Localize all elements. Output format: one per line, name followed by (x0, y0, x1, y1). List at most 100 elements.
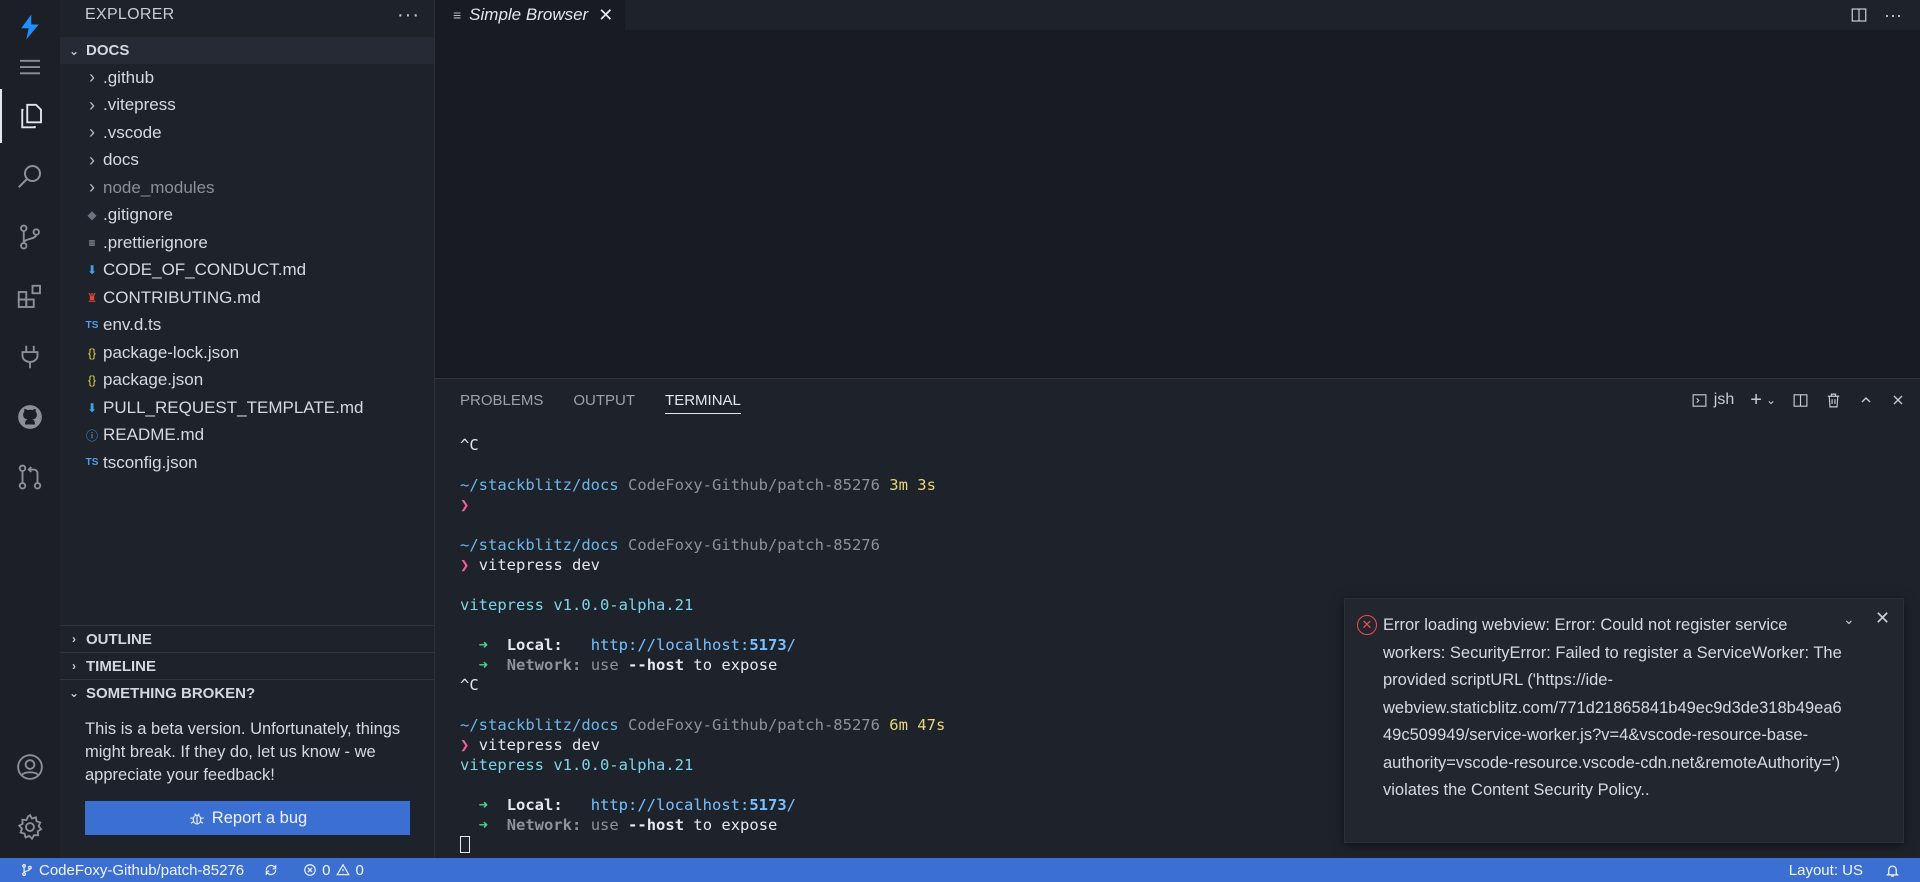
error-count: 0 (322, 861, 331, 879)
tab-simple-browser[interactable]: ≡ Simple Browser ✕ (435, 0, 626, 30)
terminal-line: ^C (460, 436, 479, 454)
extensions-icon[interactable] (0, 270, 60, 324)
terminal-icon (1692, 393, 1707, 407)
branch-status[interactable]: CodeFoxy-Github/patch-85276 (20, 862, 244, 879)
terminal-network-rest: to expose (693, 656, 778, 674)
file-type-icon: ◆ (87, 208, 97, 223)
file-item[interactable]: {} package-lock.json (60, 339, 434, 367)
chevron-right-icon: › (89, 177, 95, 198)
file-type-icon: ⓘ (85, 428, 98, 443)
error-message: Error loading webview: Error: Could not … (1383, 616, 1842, 799)
terminal-local-url[interactable]: http://localhost:5173/ (591, 796, 796, 814)
terminal-shell-selector[interactable]: jsh (1691, 391, 1734, 409)
tree-item-label: CODE_OF_CONDUCT.md (103, 260, 307, 280)
account-icon[interactable] (0, 740, 60, 794)
terminal-command: vitepress dev (478, 736, 601, 754)
new-terminal-icon[interactable]: + (1750, 389, 1762, 412)
terminal-version: vitepress v1.0.0-alpha.21 (460, 756, 694, 774)
explorer-icon[interactable] (0, 89, 60, 143)
chevron-right-icon: › (89, 149, 95, 170)
file-type-icon: TS (85, 457, 99, 469)
file-item[interactable]: ◆ .gitignore (60, 202, 434, 230)
split-editor-icon[interactable] (1850, 6, 1868, 24)
tab-output[interactable]: OUTPUT (573, 392, 635, 409)
pull-request-icon[interactable] (0, 450, 60, 504)
terminal-output[interactable]: ^C ~/stackblitz/docs CodeFoxy-Github/pat… (460, 435, 945, 855)
terminal-branch: CodeFoxy-Github/patch-85276 (627, 536, 880, 554)
bell-icon[interactable] (1885, 863, 1900, 878)
status-bar-right: Layout: US (1789, 858, 1900, 882)
tree-item-label: env.d.ts (103, 315, 162, 335)
chevron-down-icon[interactable]: ⌄ (1843, 611, 1855, 628)
tree-item-label: .github (103, 67, 155, 87)
error-count-icon (304, 864, 316, 876)
file-item[interactable]: ≡ .prettierignore (60, 229, 434, 257)
outline-section-header[interactable]: › OUTLINE (60, 625, 434, 652)
close-tab-icon[interactable]: ✕ (598, 5, 613, 26)
file-type-icon: ♜ (86, 290, 98, 305)
terminal-local-url[interactable]: http://localhost:5173/ (591, 636, 796, 654)
file-item[interactable]: ⬇ CODE_OF_CONDUCT.md (60, 257, 434, 285)
sync-status[interactable] (264, 863, 283, 877)
tab-problems[interactable]: PROBLEMS (460, 392, 543, 409)
error-notification: ✕ Error loading webview: Error: Could no… (1344, 598, 1904, 843)
trash-icon[interactable] (1825, 392, 1842, 409)
folder-docs-header[interactable]: ⌄ DOCS (60, 37, 434, 64)
terminal-arrow: ➜ (478, 656, 489, 674)
file-item[interactable]: TS tsconfig.json (60, 449, 434, 477)
github-icon[interactable] (0, 390, 60, 444)
chevron-right-icon: › (72, 632, 76, 646)
terminal-network-flag: --host (628, 656, 685, 674)
tree-item-label: package-lock.json (103, 342, 240, 362)
file-item[interactable]: ♜ CONTRIBUTING.md (60, 284, 434, 312)
folder-item[interactable]: › .vitepress (60, 92, 434, 120)
tree-item-label: README.md (103, 425, 205, 445)
folder-item[interactable]: › .vscode (60, 119, 434, 147)
more-actions-icon[interactable]: ··· (397, 4, 420, 27)
editor-area: ≡ Simple Browser ✕ ··· (435, 0, 1920, 378)
terminal-line: ^C (460, 676, 479, 694)
chevron-down-icon[interactable]: ⌄ (1766, 393, 1776, 407)
close-notification-icon[interactable]: ✕ (1875, 608, 1890, 629)
chevron-right-icon: › (89, 94, 95, 115)
editor-tab-bar: ≡ Simple Browser ✕ ··· (435, 0, 1920, 30)
settings-gear-icon[interactable] (0, 800, 60, 854)
terminal-version: vitepress v1.0.0-alpha.21 (460, 596, 694, 614)
git-branch-icon (22, 864, 32, 876)
timeline-section-header[interactable]: › TIMELINE (60, 652, 434, 679)
terminal-arrow: ➜ (478, 816, 489, 834)
tree-item-label: CONTRIBUTING.md (103, 287, 261, 307)
folder-item[interactable]: › docs (60, 147, 434, 175)
problems-status[interactable]: 0 0 (303, 862, 364, 879)
editor-actions: ··· (1850, 0, 1902, 30)
search-icon[interactable] (0, 149, 60, 203)
activity-bar (0, 0, 60, 858)
report-bug-label: Report a bug (211, 808, 308, 827)
source-control-icon[interactable] (0, 210, 60, 264)
file-item[interactable]: ⬇ PULL_REQUEST_TEMPLATE.md (60, 394, 434, 422)
folder-item[interactable]: › .github (60, 64, 434, 92)
file-item[interactable]: ⓘ README.md (60, 422, 434, 450)
terminal-duration: 6m 47s (889, 716, 946, 734)
chevron-right-icon: › (89, 67, 95, 88)
shell-name: jsh (1713, 391, 1735, 408)
file-type-icon: ⬇ (86, 263, 98, 278)
file-type-icon: {} (87, 373, 96, 388)
terminal-prompt: ❯ (460, 736, 470, 754)
terminal-network-rest: to expose (693, 816, 778, 834)
maximize-panel-icon[interactable] (1858, 392, 1874, 408)
keyboard-layout[interactable]: Layout: US (1789, 862, 1863, 879)
folder-item[interactable]: › node_modules (60, 174, 434, 202)
menu-icon[interactable] (0, 40, 60, 94)
split-terminal-icon[interactable] (1792, 392, 1809, 409)
report-bug-button[interactable]: Report a bug (85, 801, 410, 835)
timeline-label: TIMELINE (86, 657, 156, 675)
something-broken-section-header[interactable]: ⌄ SOMETHING BROKEN? (60, 679, 434, 706)
close-panel-icon[interactable] (1890, 392, 1906, 408)
more-actions-icon[interactable]: ··· (1884, 5, 1902, 26)
file-item[interactable]: {} package.json (60, 367, 434, 395)
tab-label: Simple Browser (469, 5, 589, 24)
tab-terminal[interactable]: TERMINAL (665, 392, 741, 414)
file-item[interactable]: TS env.d.ts (60, 312, 434, 340)
plug-icon[interactable] (0, 330, 60, 384)
